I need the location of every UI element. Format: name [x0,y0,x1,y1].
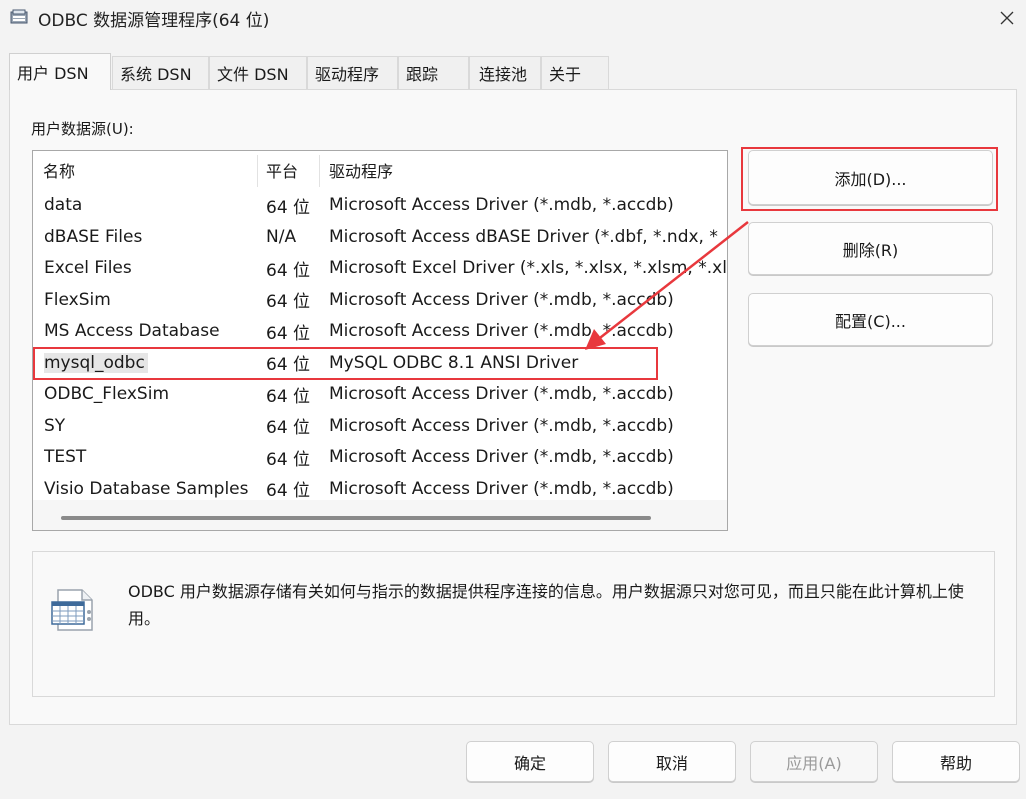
dsn-driver: Microsoft Access dBASE Driver (*.dbf, *.… [329,226,718,247]
dsn-name: ODBC_FlexSim [44,384,170,405]
configure-button[interactable]: 配置(C)... [748,293,993,346]
dsn-driver: Microsoft Access Driver (*.mdb, *.accdb) [329,447,674,468]
list-item[interactable]: SY 64 位 Microsoft Access Driver (*.mdb, … [33,410,727,442]
description-text: ODBC 用户数据源存储有关如何与指示的数据提供程序连接的信息。用户数据源只对您… [128,582,964,628]
odbc-app-icon [10,9,28,25]
close-button[interactable] [990,4,1024,32]
dsn-platform: 64 位 [266,292,311,313]
dsn-platform: 64 位 [266,386,311,407]
user-dsn-list[interactable]: 名称 平台 驱动程序 data 64 位 Microsoft Access Dr… [32,150,728,531]
list-item[interactable]: FlexSim 64 位 Microsoft Access Driver (*.… [33,284,727,316]
window-title: ODBC 数据源管理程序(64 位) [38,11,270,31]
remove-button[interactable]: 删除(R) [748,222,993,275]
tab-connection-pooling[interactable]: 连接池 [469,56,541,89]
tab-about[interactable]: 关于 [541,56,609,89]
dsn-name: SY [44,415,66,436]
dsn-name: TEST [44,447,87,468]
dsn-name: MS Access Database [44,321,220,342]
dsn-platform: 64 位 [266,355,311,376]
data-source-icon [50,586,98,634]
list-item[interactable]: ODBC_FlexSim 64 位 Microsoft Access Drive… [33,379,727,411]
list-item[interactable]: TEST 64 位 Microsoft Access Driver (*.mdb… [33,442,727,474]
column-header-driver[interactable]: 驱动程序 [319,151,727,189]
dsn-name: Visio Database Samples [44,478,249,499]
list-item[interactable]: MS Access Database 64 位 Microsoft Access… [33,316,727,348]
tab-user-dsn[interactable]: 用户 DSN [9,53,111,90]
dsn-driver: MySQL ODBC 8.1 ANSI Driver [329,352,579,373]
dsn-driver: Microsoft Excel Driver (*.xls, *.xlsx, *… [329,258,727,279]
dsn-name: data [44,195,83,216]
dsn-platform: 64 位 [266,323,311,344]
dsn-platform: 64 位 [266,260,311,281]
dsn-platform: N/A [266,226,297,247]
column-header-name[interactable]: 名称 [33,151,257,189]
list-item[interactable]: data 64 位 Microsoft Access Driver (*.mdb… [33,190,727,222]
title-bar: ODBC 数据源管理程序(64 位) [0,0,1026,38]
dsn-driver: Microsoft Access Driver (*.mdb, *.accdb) [329,384,674,405]
dsn-name: mysql_odbc [44,352,148,373]
column-header-platform[interactable]: 平台 [256,151,319,189]
horizontal-scrollbar[interactable] [33,500,727,530]
dsn-platform: 64 位 [266,197,311,218]
list-header: 名称 平台 驱动程序 [33,151,727,189]
ok-button[interactable]: 确定 [466,741,594,782]
dsn-name: FlexSim [44,289,111,310]
list-item[interactable]: Excel Files 64 位 Microsoft Excel Driver … [33,253,727,285]
tab-strip: 用户 DSN 系统 DSN 文件 DSN 驱动程序 跟踪 连接池 关于 [9,53,1017,90]
list-item-selected[interactable]: mysql_odbc 64 位 MySQL ODBC 8.1 ANSI Driv… [33,347,727,379]
dsn-driver: Microsoft Access Driver (*.mdb, *.accdb) [329,415,674,436]
dsn-platform: 64 位 [266,418,311,439]
dsn-driver: Microsoft Access Driver (*.mdb, *.accdb) [329,195,674,216]
user-data-sources-label: 用户数据源(U): [31,120,134,138]
tab-drivers[interactable]: 驱动程序 [307,56,398,89]
list-item[interactable]: dBASE Files N/A Microsoft Access dBASE D… [33,221,727,253]
dsn-platform: 64 位 [266,449,311,470]
dsn-name: dBASE Files [44,226,143,247]
close-icon [1000,11,1014,25]
dsn-driver: Microsoft Access Driver (*.mdb, *.accdb) [329,321,674,342]
apply-button[interactable]: 应用(A) [750,741,878,782]
tab-file-dsn[interactable]: 文件 DSN [209,56,307,89]
tab-tracing[interactable]: 跟踪 [398,56,469,89]
cancel-button[interactable]: 取消 [608,741,736,782]
dsn-name: Excel Files [44,258,132,279]
help-button[interactable]: 帮助 [892,741,1020,782]
dsn-driver: Microsoft Access Driver (*.mdb, *.accdb) [329,289,674,310]
add-button[interactable]: 添加(D)... [748,150,993,205]
tab-system-dsn[interactable]: 系统 DSN [112,56,209,89]
scrollbar-thumb[interactable] [61,516,651,520]
